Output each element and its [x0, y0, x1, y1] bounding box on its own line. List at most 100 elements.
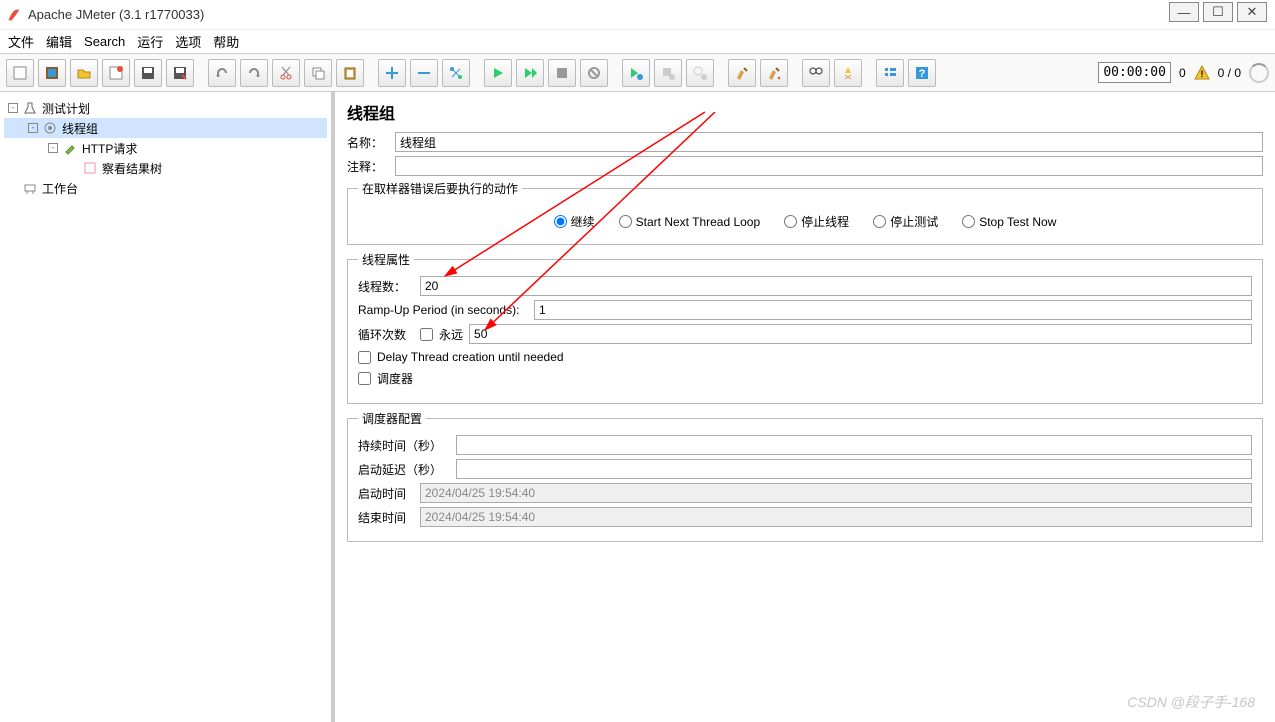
delay-checkbox[interactable] — [358, 351, 371, 364]
menu-help[interactable]: 帮助 — [213, 32, 239, 51]
tree-test-plan[interactable]: - 测试计划 — [4, 98, 327, 118]
config-panel: 线程组 名称： 注释： 在取样器错误后要执行的动作 继续 Start Next … — [335, 92, 1275, 722]
reset-search-button[interactable] — [834, 59, 862, 87]
expand-button[interactable] — [378, 59, 406, 87]
stop-button[interactable] — [548, 59, 576, 87]
help-button[interactable]: ? — [908, 59, 936, 87]
gear-icon — [42, 120, 58, 136]
loop-input[interactable] — [469, 324, 1252, 344]
search-button[interactable] — [802, 59, 830, 87]
duration-input[interactable] — [456, 435, 1252, 455]
toggle-icon[interactable]: - — [48, 143, 58, 153]
menu-bar: 文件 编辑 Search 运行 选项 帮助 — [0, 30, 1275, 54]
end-time-input — [420, 507, 1252, 527]
rampup-label: Ramp-Up Period (in seconds): — [358, 303, 528, 317]
warn-count: 0 — [1179, 66, 1186, 80]
menu-edit[interactable]: 编辑 — [46, 32, 72, 51]
thread-props-legend: 线程属性 — [358, 251, 414, 268]
scheduler-checkbox[interactable] — [358, 372, 371, 385]
radio-stop-now[interactable]: Stop Test Now — [962, 215, 1056, 229]
tree-thread-group[interactable]: - 线程组 — [4, 118, 327, 138]
window-title: Apache JMeter (3.1 r1770033) — [28, 7, 204, 22]
radio-stop-thread[interactable]: 停止线程 — [784, 213, 849, 230]
thread-props-group: 线程属性 线程数： Ramp-Up Period (in seconds): 循… — [347, 251, 1263, 404]
radio-start-next[interactable]: Start Next Thread Loop — [619, 215, 761, 229]
remote-stop-button[interactable] — [654, 59, 682, 87]
svg-text:?: ? — [919, 68, 926, 80]
toggle-icon[interactable]: - — [8, 103, 18, 113]
rampup-input[interactable] — [534, 300, 1252, 320]
threads-input[interactable] — [420, 276, 1252, 296]
duration-label: 持续时间（秒） — [358, 437, 450, 454]
comment-label: 注释： — [347, 158, 389, 175]
start-no-pause-button[interactable] — [516, 59, 544, 87]
radio-continue[interactable]: 继续 — [554, 213, 595, 230]
redo-button[interactable] — [240, 59, 268, 87]
loop-label: 循环次数 — [358, 326, 414, 343]
warning-icon: ! — [1194, 65, 1210, 81]
scheduler-config-group: 调度器配置 持续时间（秒） 启动延迟（秒） 启动时间 结束时间 — [347, 410, 1263, 542]
open-button[interactable] — [70, 59, 98, 87]
tree-workbench[interactable]: 工作台 — [4, 178, 327, 198]
startup-delay-input[interactable] — [456, 459, 1252, 479]
threads-label: 线程数： — [358, 278, 414, 295]
title-bar: Apache JMeter (3.1 r1770033) — ☐ ✕ — [0, 0, 1275, 30]
function-button[interactable] — [876, 59, 904, 87]
name-label: 名称： — [347, 134, 389, 151]
pipette-icon — [62, 140, 78, 156]
shutdown-button[interactable] — [580, 59, 608, 87]
start-button[interactable] — [484, 59, 512, 87]
timer-display: 00:00:00 — [1098, 62, 1171, 83]
watermark: CSDN @段子手-168 — [1127, 692, 1255, 712]
templates-button[interactable] — [38, 59, 66, 87]
workbench-icon — [22, 180, 38, 196]
error-action-legend: 在取样器错误后要执行的动作 — [358, 180, 522, 197]
minimize-button[interactable]: — — [1169, 2, 1199, 22]
panel-title: 线程组 — [347, 100, 1263, 124]
paste-button[interactable] — [336, 59, 364, 87]
clear-all-button[interactable] — [760, 59, 788, 87]
results-icon — [82, 160, 98, 176]
menu-run[interactable]: 运行 — [137, 32, 163, 51]
start-time-label: 启动时间 — [358, 485, 414, 502]
cut-button[interactable] — [272, 59, 300, 87]
flask-icon — [22, 100, 38, 116]
remote-shut-button[interactable] — [686, 59, 714, 87]
menu-file[interactable]: 文件 — [8, 32, 34, 51]
tree-label: HTTP请求 — [82, 140, 137, 157]
toggle-button[interactable] — [442, 59, 470, 87]
close-button[interactable]: ✕ — [1237, 2, 1267, 22]
save-button[interactable] — [134, 59, 162, 87]
close-test-button[interactable] — [102, 59, 130, 87]
toolbar: ? 00:00:00 0 ! 0 / 0 — [0, 54, 1275, 92]
toggle-icon[interactable]: - — [28, 123, 38, 133]
copy-button[interactable] — [304, 59, 332, 87]
startup-delay-label: 启动延迟（秒） — [358, 461, 450, 478]
forever-checkbox[interactable] — [420, 328, 433, 341]
tree-label: 测试计划 — [42, 100, 90, 117]
spinner-icon — [1249, 63, 1269, 83]
comment-input[interactable] — [395, 156, 1263, 176]
tree-label: 线程组 — [62, 120, 98, 137]
name-input[interactable] — [395, 132, 1263, 152]
start-time-input — [420, 483, 1252, 503]
tree-results-tree[interactable]: 察看结果树 — [4, 158, 327, 178]
tree-http-request[interactable]: - HTTP请求 — [4, 138, 327, 158]
remote-start-button[interactable] — [622, 59, 650, 87]
radio-stop-test[interactable]: 停止测试 — [873, 213, 938, 230]
jmeter-icon — [6, 7, 22, 23]
menu-options[interactable]: 选项 — [175, 32, 201, 51]
test-tree[interactable]: - 测试计划 - 线程组 - HTTP请求 察看结果树 工作台 — [0, 92, 335, 722]
error-action-group: 在取样器错误后要执行的动作 继续 Start Next Thread Loop … — [347, 180, 1263, 245]
delay-label: Delay Thread creation until needed — [377, 350, 564, 364]
menu-search[interactable]: Search — [84, 34, 125, 49]
maximize-button[interactable]: ☐ — [1203, 2, 1233, 22]
new-button[interactable] — [6, 59, 34, 87]
undo-button[interactable] — [208, 59, 236, 87]
clear-button[interactable] — [728, 59, 756, 87]
end-time-label: 结束时间 — [358, 509, 414, 526]
tree-label: 工作台 — [42, 180, 78, 197]
collapse-button[interactable] — [410, 59, 438, 87]
save-as-button[interactable] — [166, 59, 194, 87]
scheduler-label: 调度器 — [377, 370, 413, 387]
